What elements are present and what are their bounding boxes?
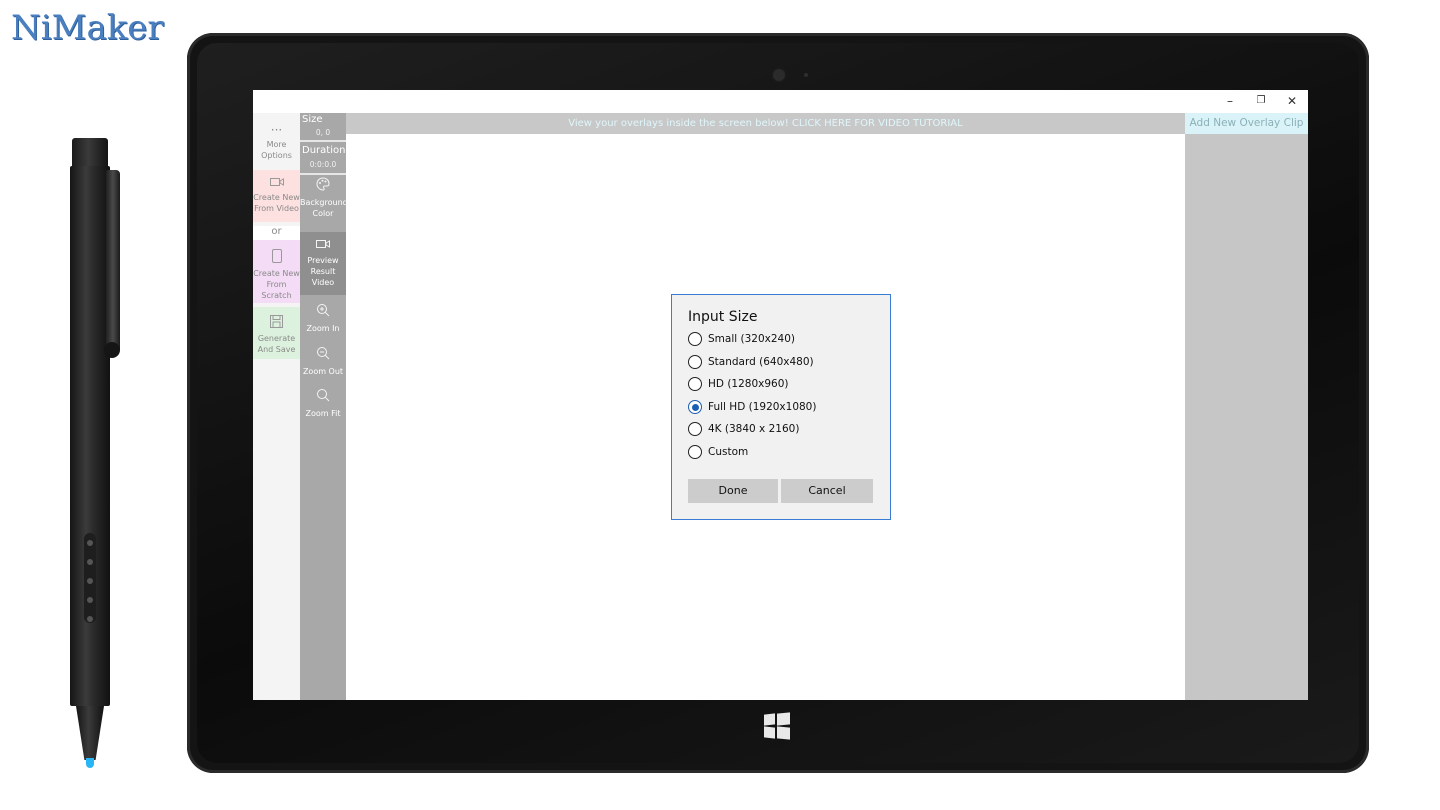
radio-button-selected[interactable] — [688, 400, 702, 414]
close-button[interactable]: ✕ — [1277, 90, 1307, 113]
zoom-in-button[interactable]: Zoom In — [300, 303, 346, 339]
video-tutorial-banner[interactable]: View your overlays inside the screen bel… — [346, 113, 1185, 134]
create-from-scratch-label: Create New From Scratch — [253, 269, 300, 300]
save-disk-icon — [253, 315, 300, 331]
generate-and-save-button[interactable]: Generate And Save — [253, 307, 300, 359]
create-from-scratch-button[interactable]: Create New From Scratch — [253, 240, 300, 303]
input-size-dialog: Input Size Small (320x240) Standard (640… — [671, 294, 891, 520]
zoom-fit-icon — [300, 388, 346, 407]
zoom-fit-label: Zoom Fit — [305, 409, 341, 418]
more-options-button[interactable]: ··· More Options — [253, 123, 300, 167]
left-panel: ··· More Options Create New From Video o… — [253, 113, 300, 700]
radio-option[interactable]: HD (1280x960) — [688, 375, 789, 393]
or-label: or — [253, 226, 300, 240]
app-screen: – ❐ ✕ ··· More Options Create New From V… — [253, 90, 1308, 700]
background-color-label: Background Color — [300, 198, 348, 218]
size-label: Size — [302, 114, 323, 125]
radio-button[interactable] — [688, 377, 702, 391]
size-value: 0, 0 — [315, 128, 331, 137]
background-color-button[interactable]: Background Color — [300, 177, 348, 229]
radio-button[interactable] — [688, 355, 702, 369]
radio-label: HD (1280x960) — [708, 378, 789, 390]
clips-panel — [1185, 134, 1308, 700]
duration-value: 0:0:0.0 — [309, 160, 337, 169]
create-from-video-button[interactable]: Create New From Video — [253, 170, 300, 222]
zoom-out-button[interactable]: Zoom Out — [300, 346, 346, 382]
zoom-out-icon — [300, 346, 346, 365]
palette-icon — [300, 177, 346, 196]
create-from-video-label: Create New From Video — [253, 193, 300, 213]
radio-option[interactable]: Small (320x240) — [688, 330, 795, 348]
zoom-in-label: Zoom In — [306, 324, 340, 333]
more-options-label: More Options — [261, 140, 292, 160]
preview-result-video-label: Preview Result Video — [307, 256, 339, 287]
radio-label: 4K (3840 x 2160) — [708, 423, 800, 435]
camera-icon — [773, 69, 785, 81]
video-camera-icon — [300, 238, 346, 254]
title-bar: – ❐ ✕ — [253, 90, 1308, 113]
maximize-button[interactable]: ❐ — [1246, 90, 1276, 113]
tools-column: Size 0, 0 Duration 0:0:0.0 Background Co… — [300, 113, 348, 700]
cancel-button[interactable]: Cancel — [781, 479, 873, 503]
minimize-button[interactable]: – — [1215, 90, 1245, 113]
radio-label: Custom — [708, 446, 749, 458]
radio-option[interactable]: Full HD (1920x1080) — [688, 398, 816, 416]
dialog-title: Input Size — [688, 309, 758, 325]
radio-label: Full HD (1920x1080) — [708, 401, 817, 413]
radio-option[interactable]: Standard (640x480) — [688, 353, 814, 371]
radio-button[interactable] — [688, 422, 702, 436]
duration-label: Duration — [302, 145, 346, 156]
zoom-out-label: Zoom Out — [302, 367, 344, 376]
done-button[interactable]: Done — [688, 479, 778, 503]
add-overlay-clip-button[interactable]: Add New Overlay Clip — [1185, 113, 1308, 134]
radio-option[interactable]: Custom — [688, 443, 748, 461]
zoom-in-icon — [300, 303, 346, 322]
radio-label: Small (320x240) — [708, 333, 795, 345]
zoom-fit-button[interactable]: Zoom Fit — [300, 388, 346, 424]
more-dots-icon: ··· — [270, 123, 283, 137]
radio-button[interactable] — [688, 445, 702, 459]
brand-logo: NiMaker — [11, 8, 164, 48]
video-camera-icon — [253, 176, 300, 190]
windows-logo-icon[interactable] — [764, 712, 790, 740]
radio-button[interactable] — [688, 332, 702, 346]
stylus-pen — [70, 138, 120, 770]
generate-and-save-label: Generate And Save — [257, 334, 296, 354]
preview-result-video-button[interactable]: Preview Result Video — [300, 232, 346, 295]
radio-option[interactable]: 4K (3840 x 2160) — [688, 420, 799, 438]
blank-page-icon — [253, 249, 300, 266]
radio-label: Standard (640x480) — [708, 356, 814, 368]
